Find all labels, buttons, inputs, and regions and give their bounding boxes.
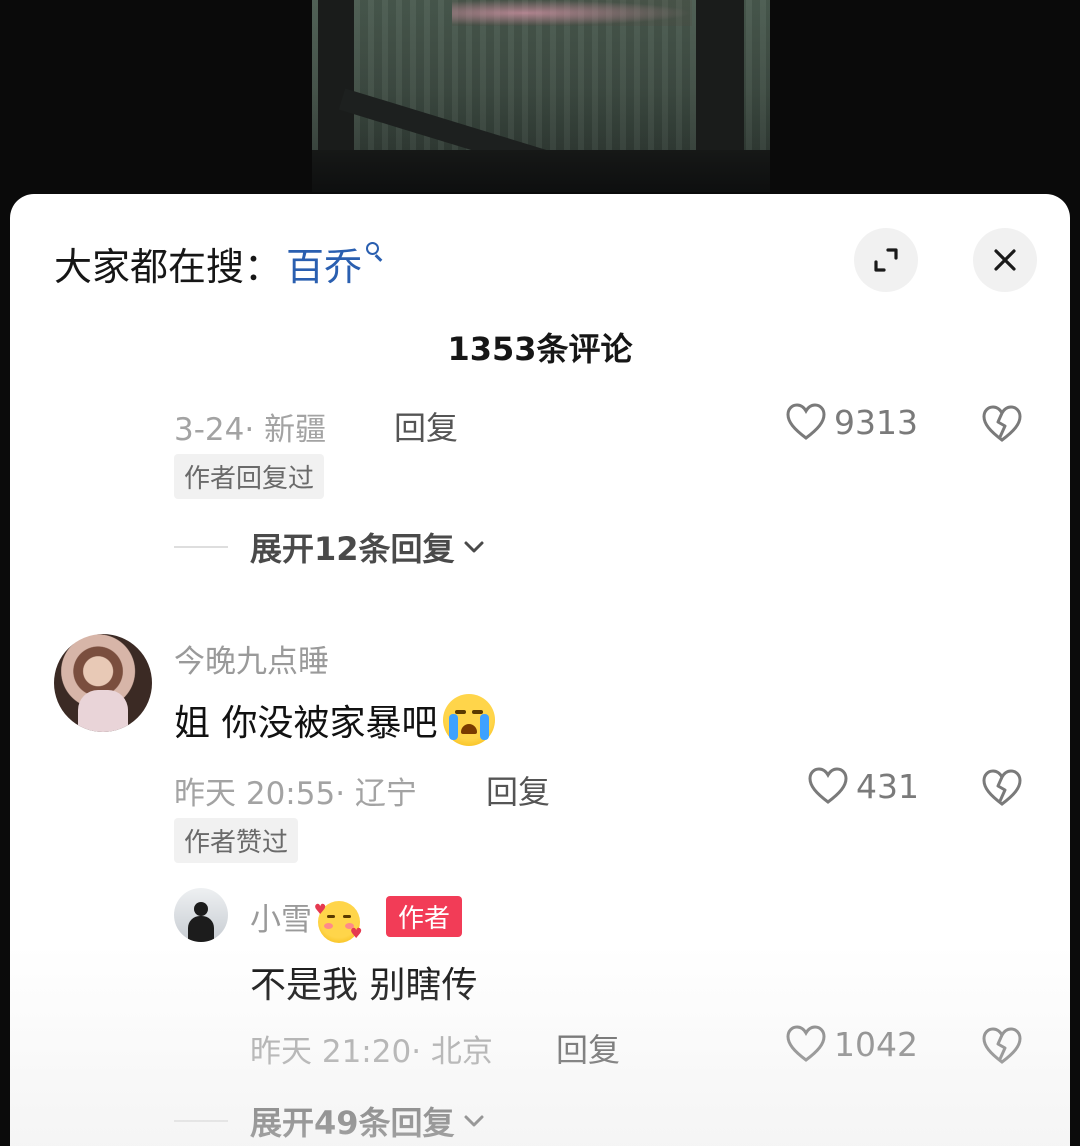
comment-body: 姐 你没被家暴吧: [174, 703, 438, 744]
expand-button[interactable]: [854, 228, 918, 292]
author-liked-tag: 作者赞过: [174, 818, 299, 863]
reply-username-text: 小雪: [250, 902, 312, 938]
video-frame[interactable]: [312, 0, 770, 192]
search-suggestion[interactable]: 大家都在搜： 百乔: [54, 236, 386, 290]
crying-face-emoji-icon: [443, 694, 496, 746]
close-icon: [994, 249, 1016, 271]
comment-count-title: 1353条评论: [447, 330, 633, 368]
dislike-icon[interactable]: [980, 1026, 1024, 1066]
dislike-icon[interactable]: [980, 768, 1024, 808]
reply-username[interactable]: 小雪 ♥ ♥: [250, 894, 363, 943]
smiling-face-with-hearts-icon: ♥ ♥: [314, 900, 363, 943]
expand-icon: [874, 248, 898, 272]
comment-meta: 昨天 20:55· 辽宁: [174, 776, 417, 812]
like-button[interactable]: 1042: [784, 1024, 918, 1064]
search-term-link[interactable]: 百乔: [286, 236, 362, 291]
avatar[interactable]: [174, 888, 228, 942]
like-button[interactable]: 9313: [784, 402, 918, 442]
comment-text: 姐 你没被家暴吧: [174, 694, 496, 746]
like-button[interactable]: 431: [806, 766, 919, 806]
reply-meta: 昨天 21:20· 北京: [250, 1034, 493, 1070]
expand-replies-label: 展开49条回复: [250, 1104, 455, 1142]
expand-replies-button[interactable]: 展开49条回复: [174, 1098, 485, 1144]
comment-username[interactable]: 今晚九点睡: [174, 636, 329, 681]
like-count: 9313: [834, 402, 918, 442]
author-badge: 作者: [386, 896, 463, 937]
comments-sheet: 大家都在搜： 百乔 1353条评论 3-24· 新疆 回复 9313 作者回复过…: [10, 194, 1070, 1146]
reply-button[interactable]: 回复: [556, 1025, 620, 1071]
expand-replies-label: 展开12条回复: [250, 530, 455, 568]
search-icon: [364, 240, 386, 270]
reply-button[interactable]: 回复: [394, 403, 458, 449]
heart-outline-icon: [786, 1025, 826, 1062]
divider-line: [174, 1120, 228, 1122]
chevron-down-icon: [464, 1115, 484, 1127]
reply-button[interactable]: 回复: [486, 767, 550, 813]
heart-outline-icon: [808, 767, 848, 804]
chevron-down-icon: [464, 541, 484, 553]
video-blossom: [452, 0, 692, 26]
like-count: 1042: [834, 1024, 918, 1064]
author-replied-tag: 作者回复过: [174, 454, 325, 499]
reply-text: 不是我 别瞎传: [250, 965, 478, 1006]
search-prefix: 大家都在搜：: [54, 244, 283, 289]
heart-outline-icon: [786, 403, 826, 440]
avatar[interactable]: [54, 634, 152, 732]
dislike-icon[interactable]: [980, 404, 1024, 444]
close-button[interactable]: [973, 228, 1037, 292]
like-count: 431: [856, 766, 919, 806]
divider-line: [174, 546, 228, 548]
comment-meta: 3-24· 新疆: [174, 412, 327, 448]
video-floor: [312, 150, 770, 192]
expand-replies-button[interactable]: 展开12条回复: [174, 524, 485, 570]
